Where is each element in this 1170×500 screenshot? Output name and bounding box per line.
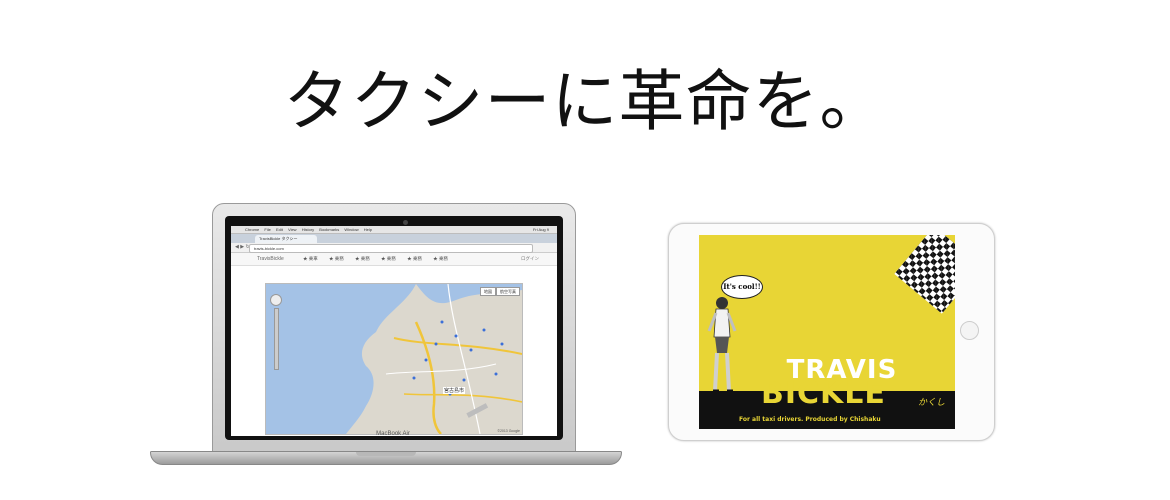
menu-chrome[interactable]: Chrome bbox=[245, 227, 259, 232]
laptop: Chrome File Edit View History Bookmarks … bbox=[150, 203, 622, 468]
back-forward-icon[interactable]: ◀ ▶ ↻ bbox=[235, 244, 250, 250]
site-nav-item[interactable]: ★ 乗務 bbox=[433, 256, 448, 261]
signature: かくし bbox=[918, 398, 946, 408]
browser-tab[interactable]: TravisBickle タクシー bbox=[255, 235, 317, 243]
menu-window[interactable]: Window bbox=[344, 227, 358, 232]
site-nav-item[interactable]: ★ 乗務 bbox=[407, 256, 422, 261]
menu-history[interactable]: History bbox=[302, 227, 314, 232]
menu-bookmarks[interactable]: Bookmarks bbox=[319, 227, 339, 232]
site-nav-item[interactable]: ★ 乗車 bbox=[303, 256, 318, 261]
map-view[interactable]: 地図 航空写真 宮古島市 ©2013 Google bbox=[265, 283, 523, 435]
site-nav-item[interactable]: ★ 乗務 bbox=[381, 256, 396, 261]
menu-edit[interactable]: Edit bbox=[276, 227, 283, 232]
laptop-model-label: MacBook Air bbox=[376, 431, 410, 437]
laptop-notch bbox=[356, 452, 416, 456]
camera-dot bbox=[403, 220, 408, 225]
map-pan-control-icon[interactable] bbox=[270, 294, 282, 306]
laptop-base bbox=[150, 451, 622, 465]
laptop-bezel: Chrome File Edit View History Bookmarks … bbox=[225, 216, 563, 440]
tablet-title-line2: BICKLE bbox=[761, 376, 886, 411]
laptop-lid: Chrome File Edit View History Bookmarks … bbox=[212, 203, 576, 455]
site-header: TravisBickle ★ 乗車 ★ 乗務 ★ 乗務 ★ 乗務 ★ 乗務 ★ … bbox=[231, 253, 557, 266]
map-zoom-slider[interactable] bbox=[274, 308, 279, 370]
address-bar[interactable]: travis-bickle.com bbox=[249, 244, 533, 253]
login-link[interactable]: ログイン bbox=[521, 253, 539, 265]
menu-view[interactable]: View bbox=[288, 227, 297, 232]
checkered-flag-icon bbox=[894, 235, 955, 314]
menu-file[interactable]: File bbox=[264, 227, 270, 232]
tablet-tagline: For all taxi drivers. Produced by Chisha… bbox=[739, 416, 881, 423]
map-place-label: 宮古島市 bbox=[443, 387, 466, 394]
tablet-screen: It's cool!! TRAVIS BICKLE かくし For all ta… bbox=[699, 235, 955, 429]
menu-help[interactable]: Help bbox=[364, 227, 372, 232]
home-button-icon[interactable] bbox=[960, 321, 979, 340]
menubar-clock: Fri Aug 9 bbox=[532, 227, 549, 232]
map-type-map-button[interactable]: 地図 bbox=[480, 287, 496, 296]
map-type-satellite-button[interactable]: 航空写真 bbox=[496, 287, 520, 296]
browser-tabbar: TravisBickle タクシー bbox=[231, 234, 557, 243]
browser-toolbar: ◀ ▶ ↻ travis-bickle.com bbox=[231, 243, 557, 253]
os-menubar: Chrome File Edit View History Bookmarks … bbox=[231, 226, 557, 234]
laptop-screen: Chrome File Edit View History Bookmarks … bbox=[231, 226, 557, 436]
map-canvas bbox=[266, 284, 522, 434]
site-nav: ★ 乗車 ★ 乗務 ★ 乗務 ★ 乗務 ★ 乗務 ★ 乗務 bbox=[303, 253, 458, 265]
tablet: It's cool!! TRAVIS BICKLE かくし For all ta… bbox=[668, 223, 995, 441]
site-nav-item[interactable]: ★ 乗務 bbox=[355, 256, 370, 261]
site-nav-item[interactable]: ★ 乗務 bbox=[329, 256, 344, 261]
headline: タクシーに革命を。 bbox=[283, 63, 887, 140]
site-brand[interactable]: TravisBickle bbox=[257, 253, 284, 265]
